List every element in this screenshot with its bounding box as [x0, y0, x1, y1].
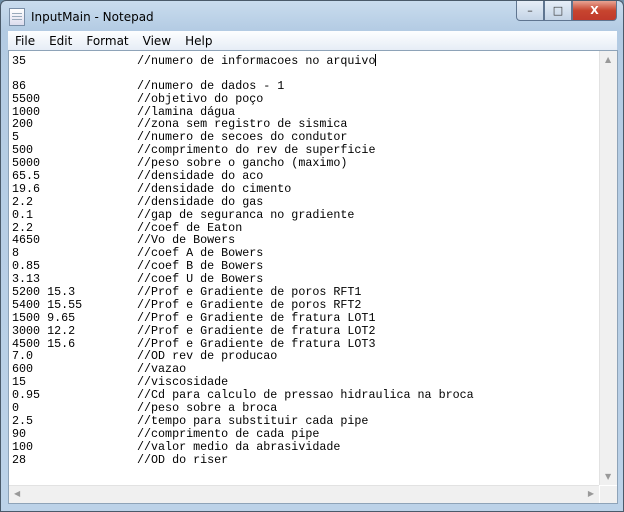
- close-button[interactable]: X: [572, 1, 617, 21]
- scroll-up-arrow-icon[interactable]: ▲: [605, 55, 611, 64]
- line-comment: //peso sobre a broca: [137, 401, 278, 416]
- line-comment: //coef A de Bowers: [137, 246, 264, 261]
- text-line: 0.95 //Cd para calculo de pressao hidraul…: [12, 389, 600, 402]
- text-content[interactable]: 35 //numero de informacoes no arquivo 86 //…: [12, 54, 600, 484]
- line-comment: //Prof e Gradiente de fratura LOT1: [137, 310, 376, 325]
- menu-file[interactable]: File: [8, 34, 42, 48]
- line-comment: //lamina dágua: [137, 104, 236, 119]
- line-comment: //coef B de Bowers: [137, 259, 264, 274]
- line-comment: //numero de dados - 1: [137, 78, 285, 93]
- menu-edit[interactable]: Edit: [42, 34, 79, 48]
- text-line: 19.6 //densidade do cimento: [12, 181, 600, 196]
- line-value: 200: [12, 117, 34, 132]
- text-line: 4650 //Vo de Bowers: [12, 234, 600, 247]
- line-comment: //densidade do aco: [137, 169, 264, 184]
- line-comment: //gap de seguranca no gradiente: [137, 207, 355, 222]
- maximize-button[interactable]: □: [544, 1, 572, 21]
- line-comment: //peso sobre o gancho (maximo): [137, 156, 348, 171]
- notepad-window: InputMain - Notepad – □ X File Edit Form…: [0, 0, 624, 512]
- menu-bar: File Edit Format View Help: [8, 31, 617, 50]
- line-comment: //coef U de Bowers: [137, 272, 264, 287]
- line-comment: //Cd para calculo de pressao hidraulica …: [137, 388, 474, 403]
- text-line: 600 //vazao: [12, 363, 600, 376]
- text-line: 86 //numero de dados - 1: [12, 78, 600, 93]
- line-value: 2.2: [12, 194, 34, 209]
- line-value: 35: [12, 54, 27, 68]
- text-line: 28 //OD do riser: [12, 452, 600, 467]
- line-comment: //Prof e Gradiente de fratura LOT2: [137, 323, 376, 338]
- scroll-down-arrow-icon[interactable]: ▼: [605, 472, 611, 481]
- text-line: 8//coef A de Bowers: [12, 247, 600, 260]
- line-comment: //coef de Eaton: [137, 220, 243, 235]
- text-line: 5000//peso sobre o gancho (maximo): [12, 157, 600, 170]
- line-value: 0.1: [12, 207, 34, 222]
- text-editor[interactable]: 35 //numero de informacoes no arquivo 86 //…: [8, 50, 618, 504]
- line-comment: //Prof e Gradiente de fratura LOT3: [137, 336, 376, 351]
- menu-format[interactable]: Format: [79, 34, 135, 48]
- line-value: 2.5: [12, 413, 34, 428]
- text-line: [12, 67, 600, 80]
- notepad-icon: [9, 8, 25, 26]
- menu-view[interactable]: View: [136, 34, 178, 48]
- text-line: 65.5 //densidade do aco: [12, 170, 600, 183]
- scroll-left-arrow-icon[interactable]: ◀: [14, 489, 20, 498]
- menu-help[interactable]: Help: [178, 34, 219, 48]
- text-line: 4500 15.6//Prof e Gradiente de fratura L…: [12, 336, 600, 351]
- line-value: 86: [12, 78, 27, 93]
- horizontal-scrollbar[interactable]: ◀ ▶: [9, 485, 599, 503]
- line-value: 1500 9.65: [12, 310, 76, 325]
- line-comment: //Prof e Gradiente de poros RFT1: [137, 285, 362, 300]
- line-value: 3000 12.2: [12, 323, 76, 338]
- line-value: 600: [12, 362, 34, 377]
- text-line: 7.0//OD rev de producao: [12, 350, 600, 363]
- text-line: 100 //valor medio da abrasividade: [12, 439, 600, 454]
- line-comment: //OD do riser: [137, 452, 229, 467]
- line-comment: //numero de secoes do condutor: [137, 130, 348, 145]
- line-comment: //comprimento do rev de superficie: [137, 143, 376, 158]
- line-comment: //zona sem registro de sismica: [137, 117, 348, 132]
- line-value: 90: [12, 426, 27, 441]
- line-comment: //comprimento de cada pipe: [137, 426, 320, 441]
- scrollbar-corner: [600, 486, 617, 503]
- line-value: 5200 15.3: [12, 285, 76, 300]
- line-comment: //objetivo do poço: [137, 91, 264, 106]
- line-value: 5400 15.55: [12, 297, 83, 312]
- line-comment: //OD rev de producao: [137, 349, 278, 364]
- line-comment: //tempo para substituir cada pipe: [137, 413, 369, 428]
- minimize-button[interactable]: –: [516, 1, 544, 21]
- window-title: InputMain - Notepad: [31, 10, 154, 24]
- line-comment: //viscosidade: [137, 375, 229, 390]
- text-line: 2.2//coef de Eaton: [12, 220, 600, 235]
- line-comment: //Prof e Gradiente de poros RFT2: [137, 297, 362, 312]
- line-comment: //densidade do gas: [137, 194, 264, 209]
- line-value: 0.95: [12, 388, 41, 403]
- text-line: 35 //numero de informacoes no arquivo: [12, 54, 600, 67]
- scroll-right-arrow-icon[interactable]: ▶: [588, 489, 594, 498]
- line-value: 19.6: [12, 181, 41, 196]
- line-comment: //vazao: [137, 362, 187, 377]
- line-comment: //valor medio da abrasividade: [137, 439, 341, 454]
- window-controls: – □ X: [516, 1, 617, 21]
- text-line: 5500 //objetivo do poço: [12, 91, 600, 106]
- line-comment: //densidade do cimento: [137, 181, 292, 196]
- text-line: 0.85//coef B de Bowers: [12, 260, 600, 273]
- line-value: 4650: [12, 233, 41, 248]
- line-comment: //numero de informacoes no arquivo: [137, 54, 376, 68]
- line-value: 5500: [12, 91, 41, 106]
- line-value: 65.5: [12, 169, 41, 184]
- text-line: 0.1 //gap de seguranca no gradiente: [12, 207, 600, 222]
- title-bar: InputMain - Notepad: [9, 7, 154, 27]
- line-comment: //Vo de Bowers: [137, 233, 236, 248]
- line-value: 100: [12, 439, 34, 454]
- text-caret: [375, 54, 377, 66]
- line-value: 28: [12, 452, 27, 467]
- vertical-scrollbar[interactable]: ▲ ▼: [599, 51, 617, 485]
